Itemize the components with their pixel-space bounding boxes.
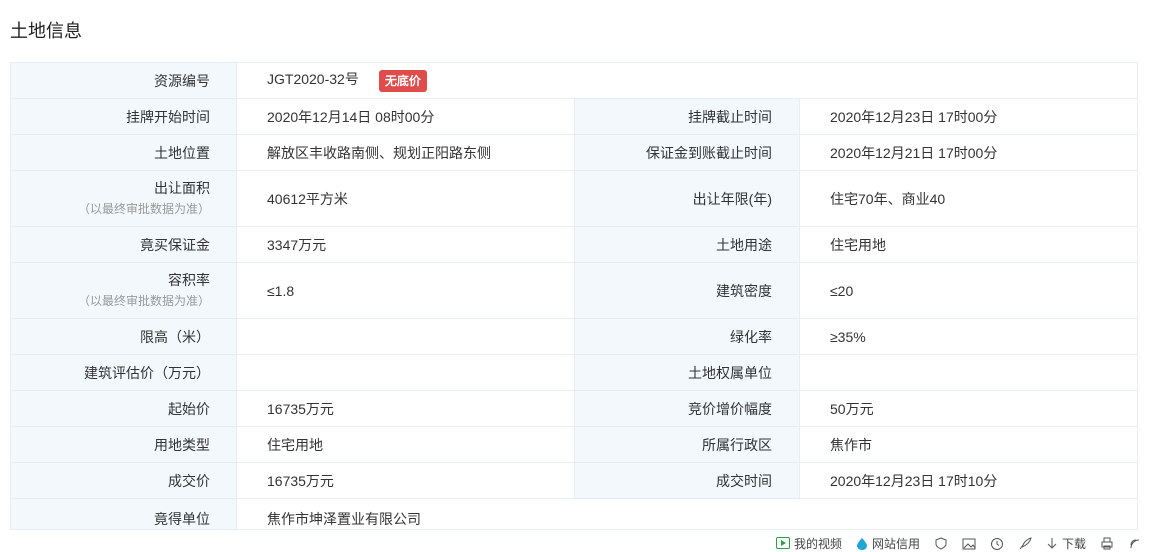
no-reserve-badge: 无底价 — [378, 69, 427, 92]
value-district: 焦作市 — [798, 426, 1139, 463]
value-deal-time: 2020年12月23日 17时10分 — [798, 462, 1139, 499]
page-title: 土地信息 — [10, 21, 82, 41]
value-increment: 50万元 — [798, 390, 1139, 427]
history-button[interactable] — [990, 537, 1004, 550]
label-far-cell: 容积率 （以最终审批数据为准） — [10, 262, 237, 319]
browser-status-bar: 我的视频 网站信用 下载 — [716, 534, 1156, 552]
table-row: 挂牌开始时间 2020年12月14日 08时00分 挂牌截止时间 2020年12… — [10, 98, 1139, 135]
table-row: 竟买保证金 3347万元 土地用途 住宅用地 — [10, 226, 1139, 263]
label-listing-start: 挂牌开始时间 — [10, 98, 237, 135]
value-deposit-deadline: 2020年12月21日 17时00分 — [798, 134, 1139, 171]
value-far: ≤1.8 — [236, 262, 575, 319]
value-winner: 焦作市坤泽置业有限公司 — [235, 498, 1139, 530]
my-video-button[interactable]: 我的视频 — [775, 535, 842, 552]
resource-id-cell: JGT2020-32号 无底价 — [235, 62, 1139, 99]
far-note: （以最终审批数据为准） — [77, 294, 210, 308]
print-button[interactable] — [1100, 537, 1114, 550]
download-icon — [1046, 537, 1058, 550]
table-row: 起始价 16735万元 竞价增价幅度 50万元 — [10, 390, 1139, 427]
my-video-label: 我的视频 — [793, 536, 842, 551]
site-trust-label: 网站信用 — [871, 536, 920, 551]
table-row: 建筑评估价（万元） 土地权属单位 — [10, 354, 1139, 391]
label-deal-time: 成交时间 — [574, 462, 800, 499]
clock-icon — [990, 537, 1004, 550]
label-land-type: 用地类型 — [10, 426, 237, 463]
label-area: 出让面积 — [154, 180, 210, 196]
area-note: （以最终审批数据为准） — [77, 202, 210, 216]
value-location: 解放区丰收路南侧、规划正阳路东侧 — [236, 134, 575, 171]
value-density: ≤20 — [798, 262, 1139, 319]
label-listing-end: 挂牌截止时间 — [574, 98, 800, 135]
table-row: 出让面积 （以最终审批数据为准） 40612平方米 出让年限(年) 住宅70年、… — [10, 170, 1139, 227]
table-row: 用地类型 住宅用地 所属行政区 焦作市 — [10, 426, 1139, 463]
shield-icon — [934, 536, 948, 550]
value-listing-start: 2020年12月14日 08时00分 — [236, 98, 575, 135]
value-land-use: 住宅用地 — [798, 226, 1139, 263]
label-start-price: 起始价 — [10, 390, 237, 427]
cast-button[interactable] — [1128, 537, 1142, 550]
screenshot-button[interactable] — [962, 537, 976, 550]
label-district: 所属行政区 — [574, 426, 800, 463]
accelerate-button[interactable] — [1018, 536, 1032, 550]
label-area-cell: 出让面积 （以最终审批数据为准） — [10, 170, 237, 227]
image-icon — [962, 537, 976, 550]
shield-drop-icon — [856, 537, 868, 550]
value-owner — [798, 354, 1139, 391]
table-row: 限高（米） 绿化率 ≥35% — [10, 318, 1139, 355]
label-green-rate: 绿化率 — [574, 318, 800, 355]
play-icon — [775, 537, 790, 549]
download-label: 下载 — [1061, 536, 1086, 551]
download-button[interactable]: 下载 — [1046, 535, 1086, 552]
label-density: 建筑密度 — [574, 262, 800, 319]
label-resource-id: 资源编号 — [10, 62, 237, 99]
table-row: 容积率 （以最终审批数据为准） ≤1.8 建筑密度 ≤20 — [10, 262, 1139, 319]
table-row: 土地位置 解放区丰收路南侧、规划正阳路东侧 保证金到账截止时间 2020年12月… — [10, 134, 1139, 171]
label-term: 出让年限(年) — [574, 170, 800, 227]
label-far: 容积率 — [168, 272, 210, 288]
rocket-icon — [1018, 536, 1032, 550]
label-owner: 土地权属单位 — [574, 354, 800, 391]
label-building-value: 建筑评估价（万元） — [10, 354, 237, 391]
resource-id-value: JGT2020-32号 — [267, 71, 359, 88]
label-location: 土地位置 — [10, 134, 237, 171]
security-button[interactable] — [934, 536, 948, 550]
label-increment: 竞价增价幅度 — [574, 390, 800, 427]
value-deal-price: 16735万元 — [236, 462, 575, 499]
value-deposit: 3347万元 — [236, 226, 575, 263]
table-row: 资源编号 JGT2020-32号 无底价 — [10, 62, 1139, 99]
table-row: 成交价 16735万元 成交时间 2020年12月23日 17时10分 — [10, 462, 1139, 499]
label-deposit-deadline: 保证金到账截止时间 — [574, 134, 800, 171]
land-info-table: 资源编号 JGT2020-32号 无底价 挂牌开始时间 2020年12月14日 0… — [10, 62, 1139, 530]
value-area: 40612平方米 — [236, 170, 575, 227]
value-height-limit — [236, 318, 575, 355]
value-land-type: 住宅用地 — [236, 426, 575, 463]
value-green-rate: ≥35% — [798, 318, 1139, 355]
table-row: 竟得单位 焦作市坤泽置业有限公司 — [10, 498, 1139, 530]
label-deal-price: 成交价 — [10, 462, 237, 499]
value-building-value — [236, 354, 575, 391]
cast-icon — [1128, 537, 1142, 550]
value-listing-end: 2020年12月23日 17时00分 — [798, 98, 1139, 135]
printer-icon — [1100, 537, 1114, 550]
label-deposit: 竟买保证金 — [10, 226, 237, 263]
label-winner: 竟得单位 — [10, 498, 237, 530]
site-trust-button[interactable]: 网站信用 — [856, 535, 920, 552]
label-height-limit: 限高（米） — [10, 318, 237, 355]
label-land-use: 土地用途 — [574, 226, 800, 263]
value-term: 住宅70年、商业40 — [798, 170, 1139, 227]
value-start-price: 16735万元 — [236, 390, 575, 427]
